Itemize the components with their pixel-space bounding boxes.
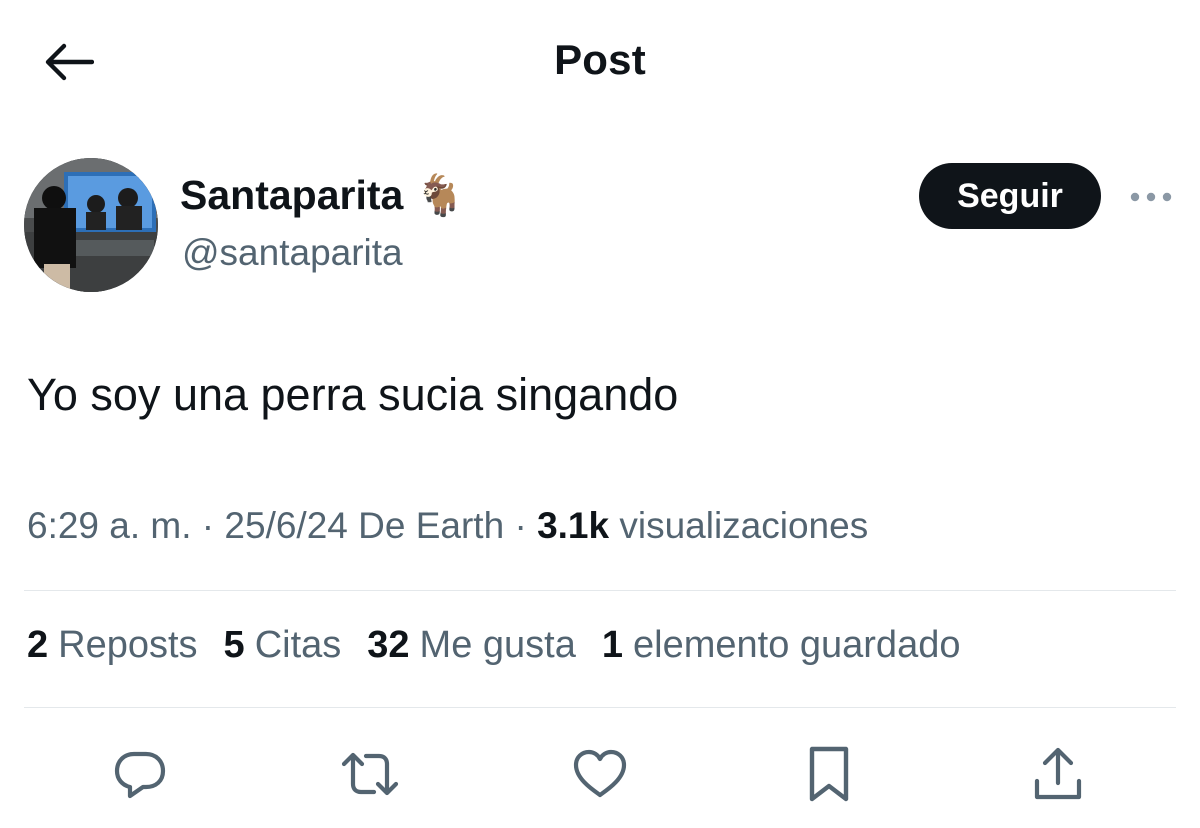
views-label: visualizaciones — [619, 505, 869, 546]
repost-button[interactable] — [334, 738, 406, 810]
post-time[interactable]: 6:29 a. m. — [27, 505, 192, 546]
reply-button[interactable] — [104, 738, 176, 810]
ellipsis-icon — [1130, 192, 1172, 202]
stat-reposts[interactable]: 2 Reposts — [27, 624, 198, 667]
meta-separator: · — [191, 505, 225, 546]
post-stats: 2 Reposts 5 Citas 32 Me gusta 1 elemento gua… — [27, 624, 960, 667]
repost-icon — [341, 752, 399, 796]
stat-count: 2 — [27, 624, 49, 666]
reply-icon — [114, 751, 166, 799]
avatar[interactable] — [24, 158, 158, 292]
page-title: Post — [554, 36, 646, 83]
goat-emoji-icon: 🐐 — [415, 173, 466, 218]
stat-label: elemento guardado — [633, 624, 961, 666]
post-text: Yo soy una perra sucia singando — [27, 369, 679, 420]
stat-count: 5 — [223, 624, 245, 666]
share-button[interactable] — [1022, 738, 1094, 810]
stat-label: Reposts — [58, 624, 198, 666]
stat-bookmarks[interactable]: 1 elemento guardado — [602, 624, 961, 667]
user-handle[interactable]: @santaparita — [182, 232, 403, 274]
follow-button[interactable]: Seguir — [919, 163, 1101, 229]
bookmark-icon — [809, 746, 849, 802]
post-date[interactable]: 25/6/24 — [224, 505, 347, 546]
bookmark-button[interactable] — [793, 738, 865, 810]
divider — [24, 707, 1176, 708]
avatar-image — [24, 158, 158, 292]
display-name[interactable]: Santaparita 🐐 — [180, 172, 465, 219]
views-count: 3.1k — [537, 505, 610, 546]
divider — [24, 590, 1176, 591]
stat-label: Me gusta — [419, 624, 576, 666]
meta-separator: · — [504, 505, 538, 546]
stat-count: 1 — [601, 624, 623, 666]
stat-likes[interactable]: 32 Me gusta — [367, 624, 576, 667]
share-icon — [1034, 747, 1082, 800]
stat-quotes[interactable]: 5 Citas — [224, 624, 342, 667]
post-source: De Earth — [358, 505, 505, 546]
stat-label: Citas — [254, 624, 342, 666]
post-meta: 6:29 a. m. · 25/6/24 De Earth · 3.1k vis… — [27, 505, 868, 547]
like-icon — [573, 749, 627, 798]
stat-count: 32 — [367, 624, 410, 666]
more-options-button[interactable] — [1126, 180, 1176, 214]
display-name-text: Santaparita — [180, 172, 404, 218]
like-button[interactable] — [564, 738, 636, 810]
